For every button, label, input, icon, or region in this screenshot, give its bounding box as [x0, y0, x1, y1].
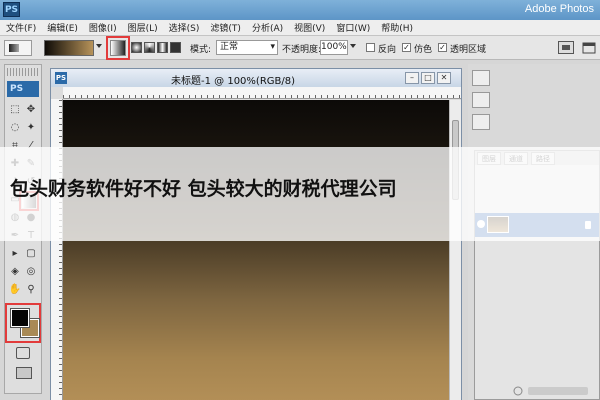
3d-camera-tool-icon[interactable]: ◎: [24, 265, 38, 279]
path-selection-tool-icon[interactable]: ▸: [8, 247, 22, 261]
zoom-tool-icon[interactable]: ⚲: [24, 283, 38, 297]
close-button[interactable]: ✕: [437, 72, 451, 84]
vertical-scrollbar[interactable]: [449, 100, 461, 400]
angle-gradient-button[interactable]: [144, 42, 155, 53]
reverse-checkbox[interactable]: [366, 43, 375, 52]
chevron-down-icon[interactable]: [96, 44, 102, 48]
mode-select[interactable]: 正常: [216, 40, 278, 55]
printer-icon[interactable]: [558, 41, 574, 54]
maximize-button[interactable]: □: [421, 72, 435, 84]
menu-layer[interactable]: 图层(L): [128, 21, 158, 34]
dither-label: 仿色: [414, 45, 433, 55]
photoshop-logo-icon: PS: [3, 2, 20, 17]
screen-mode-icon[interactable]: [16, 367, 32, 379]
minimize-button[interactable]: –: [405, 72, 419, 84]
3d-tool-icon[interactable]: ◈: [8, 265, 22, 279]
opacity-label: 不透明度:: [282, 45, 322, 55]
marquee-tool-icon[interactable]: ⬚: [8, 103, 22, 117]
transparency-checkbox[interactable]: ✓: [438, 43, 447, 52]
hand-tool-icon[interactable]: ✋: [8, 283, 22, 297]
reverse-label: 反向: [378, 45, 397, 55]
watermark-logo-icon: [513, 386, 588, 396]
diamond-gradient-button[interactable]: [170, 42, 181, 53]
menu-view[interactable]: 视图(V): [294, 21, 325, 34]
document-title-bar[interactable]: PS 未标题-1 @ 100%(RGB/8) – □ ✕: [51, 69, 461, 87]
magic-wand-tool-icon[interactable]: ✦: [24, 121, 38, 135]
chevron-down-icon[interactable]: [350, 44, 356, 48]
gradient-picker-swatch[interactable]: [44, 40, 94, 56]
foreground-color-swatch[interactable]: [10, 308, 30, 328]
transparency-label: 透明区域: [450, 45, 487, 55]
workspace-icon[interactable]: [582, 41, 596, 55]
menu-edit[interactable]: 编辑(E): [47, 21, 78, 34]
mode-label: 模式:: [190, 45, 212, 55]
title-bar: PS Adobe Photos: [0, 0, 600, 20]
vertical-ruler: [51, 99, 63, 400]
swatches-icon[interactable]: [472, 114, 490, 130]
quick-mask-icon[interactable]: [16, 347, 30, 359]
navigator-icon[interactable]: [472, 70, 490, 86]
document-ps-icon: PS: [55, 72, 67, 84]
options-bar: 模式: 正常 不透明度: 100% 反向 ✓ 仿色 ✓ 透明区域: [0, 36, 600, 60]
horizontal-ruler: [63, 87, 461, 99]
menu-image[interactable]: 图像(I): [89, 21, 117, 34]
shape-tool-icon[interactable]: ▢: [24, 247, 38, 261]
reflected-gradient-button[interactable]: [157, 42, 168, 53]
linear-gradient-button[interactable]: [110, 40, 126, 56]
lasso-tool-icon[interactable]: ◌: [8, 121, 22, 135]
document-title: 未标题-1 @ 100%(RGB/8): [171, 76, 296, 87]
radial-gradient-button[interactable]: [131, 42, 142, 53]
app-title: Adobe Photos: [524, 3, 594, 15]
tool-preset-picker[interactable]: [4, 40, 32, 56]
menu-analysis[interactable]: 分析(A): [252, 21, 283, 34]
menu-bar: 文件(F) 编辑(E) 图像(I) 图层(L) 选择(S) 滤镜(T) 分析(A…: [0, 20, 600, 36]
ps-badge: PS: [7, 81, 39, 97]
menu-filter[interactable]: 滤镜(T): [210, 21, 241, 34]
dither-checkbox[interactable]: ✓: [402, 43, 411, 52]
menu-window[interactable]: 窗口(W): [336, 21, 370, 34]
menu-help[interactable]: 帮助(H): [381, 21, 413, 34]
menu-file[interactable]: 文件(F): [6, 21, 36, 34]
history-icon[interactable]: [472, 92, 490, 108]
canvas[interactable]: [63, 100, 449, 400]
overlay-headline: 包头财务软件好不好 包头较大的财税代理公司: [10, 178, 397, 200]
panel-grip[interactable]: [7, 68, 39, 76]
move-tool-icon[interactable]: ✥: [24, 103, 38, 117]
opacity-input[interactable]: 100%: [320, 40, 348, 55]
menu-select[interactable]: 选择(S): [169, 21, 200, 34]
